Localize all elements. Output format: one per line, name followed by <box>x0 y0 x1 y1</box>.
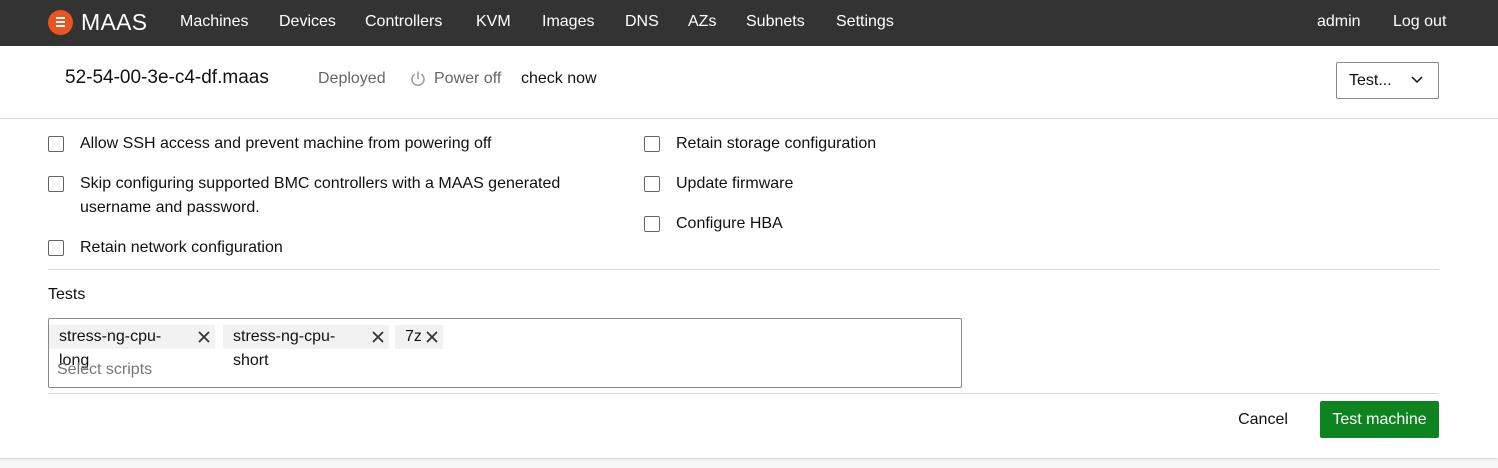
retain-network-label: Retain network configuration <box>80 239 283 256</box>
nav-dns[interactable]: DNS <box>625 0 659 46</box>
option-retain-network[interactable]: Retain network configuration <box>48 236 608 260</box>
machine-hostname: 52-54-00-3e-c4-df.maas <box>65 67 269 88</box>
power-icon <box>411 71 425 86</box>
test-chip: 7z <box>395 325 443 349</box>
cancel-button[interactable]: Cancel <box>1226 401 1300 438</box>
nav-devices[interactable]: Devices <box>279 0 336 46</box>
nav-azs[interactable]: AZs <box>688 0 716 46</box>
option-update-firmware[interactable]: Update firmware <box>644 172 1204 196</box>
option-skip-bmc[interactable]: Skip configuring supported BMC controlle… <box>48 172 608 220</box>
skip-bmc-label: Skip configuring supported BMC controlle… <box>80 175 561 216</box>
test-machine-button[interactable]: Test machine <box>1320 401 1439 438</box>
nav-kvm[interactable]: KVM <box>476 0 511 46</box>
skip-bmc-checkbox[interactable] <box>48 176 64 192</box>
select-scripts-input[interactable] <box>57 359 937 381</box>
remove-icon[interactable] <box>371 330 385 344</box>
allow-ssh-checkbox[interactable] <box>48 136 64 152</box>
header-divider <box>0 118 1498 119</box>
chevron-down-icon <box>1411 76 1423 84</box>
footer-divider <box>48 393 1439 394</box>
retain-storage-checkbox[interactable] <box>644 136 660 152</box>
nav-settings[interactable]: Settings <box>836 0 894 46</box>
take-action-select[interactable]: Test... <box>1336 62 1439 99</box>
test-chip: stress-ng-cpu-short <box>223 325 389 369</box>
update-firmware-checkbox[interactable] <box>644 176 660 192</box>
options-divider <box>48 269 1439 270</box>
test-chip-label: 7z <box>405 328 422 345</box>
option-configure-hba[interactable]: Configure HBA <box>644 212 1204 236</box>
nav-user[interactable]: admin <box>1317 0 1361 46</box>
nav-subnets[interactable]: Subnets <box>746 0 805 46</box>
maas-logo-icon <box>48 10 73 35</box>
configure-hba-checkbox[interactable] <box>644 216 660 232</box>
power-state: Power off <box>434 70 502 87</box>
option-allow-ssh[interactable]: Allow SSH access and prevent machine fro… <box>48 132 608 156</box>
check-power-link[interactable]: check now <box>521 70 597 88</box>
nav-controllers[interactable]: Controllers <box>365 0 442 46</box>
top-navigation: MAAS Machines Devices Controllers KVM Im… <box>0 0 1498 46</box>
app-name: MAAS <box>81 9 148 35</box>
configure-hba-label: Configure HBA <box>676 215 783 232</box>
retain-network-checkbox[interactable] <box>48 240 64 256</box>
retain-storage-label: Retain storage configuration <box>676 135 877 152</box>
nav-logout[interactable]: Log out <box>1393 0 1446 46</box>
tests-multiselect[interactable]: stress-ng-cpu-long stress-ng-cpu-short 7… <box>48 318 962 388</box>
tests-label: Tests <box>48 286 86 303</box>
remove-icon[interactable] <box>197 330 211 344</box>
update-firmware-label: Update firmware <box>676 175 794 192</box>
nav-machines[interactable]: Machines <box>180 0 248 46</box>
take-action-selected-value: Test... <box>1349 72 1392 89</box>
maas-logo[interactable]: MAAS <box>48 9 147 36</box>
remove-icon[interactable] <box>425 330 439 344</box>
nav-images[interactable]: Images <box>542 0 594 46</box>
machine-status: Deployed <box>318 70 386 87</box>
option-retain-storage[interactable]: Retain storage configuration <box>644 132 1204 156</box>
allow-ssh-label: Allow SSH access and prevent machine fro… <box>80 135 492 152</box>
test-chip: stress-ng-cpu-long <box>49 325 215 369</box>
